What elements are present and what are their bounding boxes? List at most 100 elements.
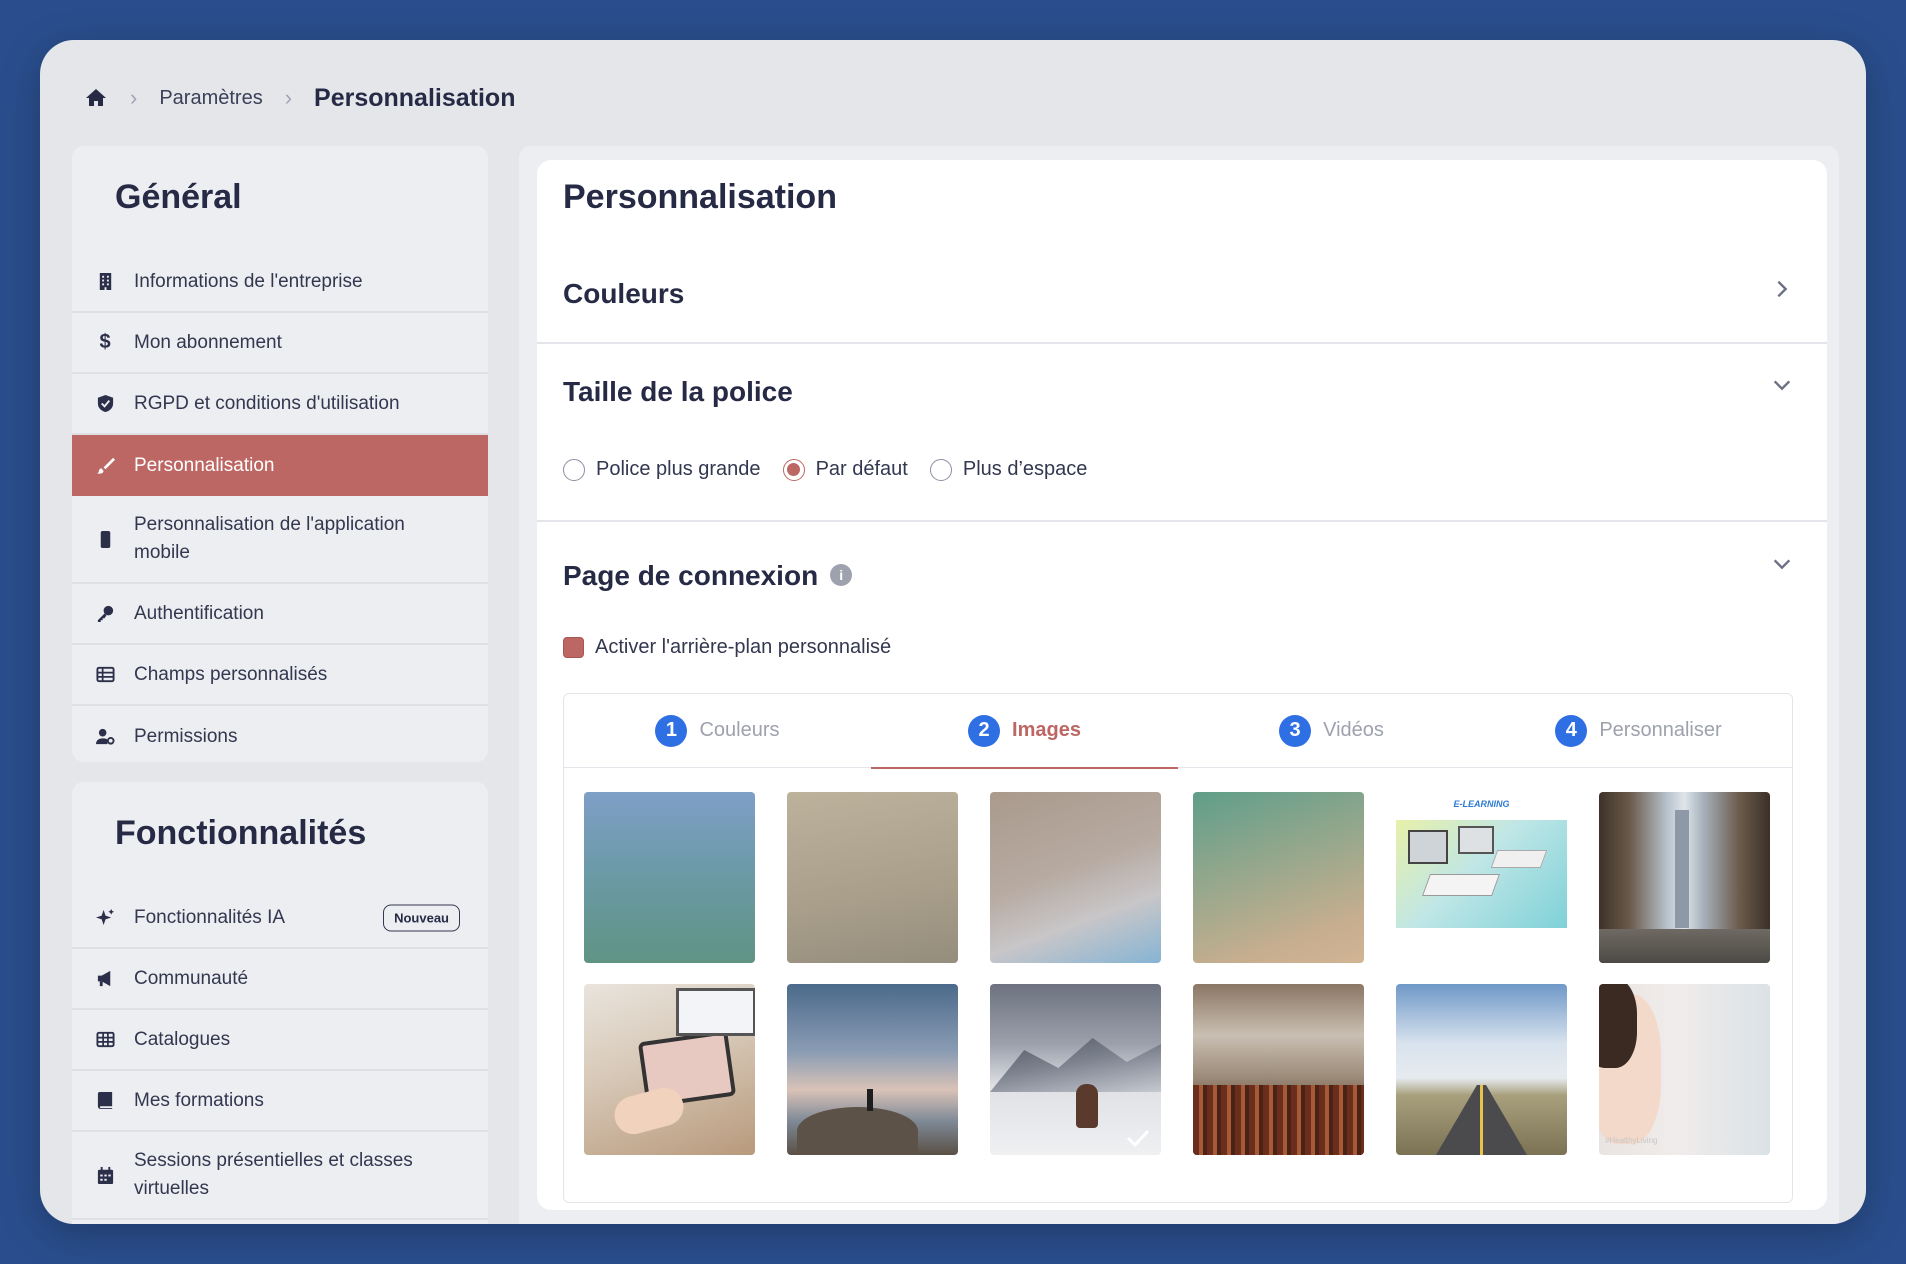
home-icon[interactable] (84, 86, 108, 110)
tab-images[interactable]: 2 Images (871, 694, 1178, 769)
sidebar-item-my-trainings[interactable]: Mes formations (72, 1071, 488, 1132)
monitor (1408, 830, 1448, 864)
image-grid: E-LEARNING #HealthyLiving (584, 792, 1770, 1155)
book-icon (94, 1090, 116, 1112)
shield-icon (94, 393, 116, 415)
sidebar-item-custom-fields[interactable]: Champs personnalisés (72, 645, 488, 706)
background-thumbnail-tablet-hands[interactable] (584, 984, 755, 1155)
chevron-right-icon: › (130, 85, 138, 110)
sidebar-item-permissions[interactable]: Permissions (72, 706, 488, 767)
breadcrumb-current: Personnalisation (314, 83, 516, 112)
sidebar-item-label: Communauté (134, 967, 249, 989)
radio-button[interactable] (563, 458, 585, 481)
megaphone-icon (94, 968, 116, 990)
radio-label: Plus d’espace (962, 458, 1088, 480)
background-thumbnail-mauve-gradient[interactable] (990, 792, 1161, 963)
new-badge: Nouveau (383, 904, 460, 931)
building-icon (94, 271, 116, 293)
breadcrumb-parent[interactable]: Paramètres (159, 87, 262, 110)
chevron-down-icon[interactable] (1771, 374, 1793, 396)
tab-label: Personnaliser (1599, 719, 1722, 741)
background-thumbnail-mountain-woman[interactable] (990, 984, 1161, 1155)
tab-videos[interactable]: 3 Vidéos (1178, 694, 1485, 767)
breadcrumb: › Paramètres › Personnalisation (84, 78, 515, 118)
info-icon[interactable]: i (830, 563, 853, 586)
sidebar-item-label: Personnalisation (134, 454, 275, 476)
road (1599, 929, 1770, 963)
sidebar-item-catalogs[interactable]: Catalogues (72, 1010, 488, 1071)
sidebar-item-mobile-app[interactable]: Personnalisation de l'application mobile (72, 496, 488, 584)
tab-bar: 1 Couleurs 2 Images 3 Vidéos 4 Personnaliser (564, 694, 1792, 769)
mountains (990, 1038, 1161, 1092)
tab-customize[interactable]: 4 Personnaliser (1485, 694, 1792, 767)
background-thumbnail-beige-gradient[interactable] (787, 792, 958, 963)
woman (1076, 1084, 1098, 1128)
radio-button[interactable] (929, 458, 952, 481)
dollar-icon: $ (99, 331, 111, 353)
step-number: 3 (1279, 714, 1312, 747)
sidebar-item-authentication[interactable]: Authentification (72, 584, 488, 645)
hair (1599, 984, 1637, 1068)
divider (537, 342, 1827, 344)
sidebar-item-community[interactable]: Communauté (72, 949, 488, 1010)
radio-label: Par défaut (815, 458, 908, 480)
background-thumbnail-road[interactable] (1396, 984, 1567, 1155)
sidebar-item-personalization[interactable]: Personnalisation (72, 435, 488, 496)
road-line (1480, 1085, 1483, 1155)
general-title: Général (115, 178, 242, 216)
sidebar-item-label: Sessions présentielles et classes virtue… (134, 1150, 413, 1199)
radio-larger-font[interactable]: Police plus grande (563, 458, 761, 481)
check-icon (1126, 1129, 1150, 1148)
shelves (1193, 1085, 1364, 1155)
radio-more-space[interactable]: Plus d’espace (929, 458, 1088, 481)
font-size-options: Police plus grande Par défaut Plus d’esp… (563, 458, 1109, 481)
brush-icon (94, 455, 116, 477)
sidebar-item-label: Informations de l'entreprise (134, 270, 363, 292)
chevron-down-icon[interactable] (1771, 553, 1793, 575)
custom-background-checkbox[interactable]: Activer l'arrière-plan personnalisé (563, 636, 891, 659)
table-icon (94, 664, 116, 686)
background-thumbnail-summit[interactable] (787, 984, 958, 1155)
keyboard (1490, 850, 1548, 868)
background-tabs: 1 Couleurs 2 Images 3 Vidéos 4 Personnaliser… (563, 693, 1793, 1203)
sidebar-item-label: RGPD et conditions d'utilisation (134, 392, 400, 414)
keyboard (1421, 874, 1501, 896)
login-page-title: Page de connexion (563, 560, 819, 591)
sidebar-item-sessions[interactable]: Sessions présentielles et classes virtue… (72, 1132, 488, 1220)
background-thumbnail-city-street[interactable] (1599, 792, 1770, 963)
step-number: 1 (655, 714, 688, 747)
calendar-icon (94, 1164, 116, 1186)
background-thumbnail-library[interactable] (1193, 984, 1364, 1155)
person (867, 1089, 873, 1111)
radio-default[interactable]: Par défaut (782, 458, 908, 481)
sidebar-item-label: Mes formations (134, 1089, 264, 1111)
sidebar-item-subscription[interactable]: $ Mon abonnement (72, 313, 488, 374)
divider (537, 520, 1827, 522)
personalization-panel: Personnalisation Couleurs Taille de la p… (537, 160, 1827, 1210)
tab-colors[interactable]: 1 Couleurs (564, 694, 871, 767)
sidebar-item-ai-features[interactable]: Fonctionnalités IA Nouveau (72, 888, 488, 949)
sidebar-item-gdpr[interactable]: RGPD et conditions d'utilisation (72, 374, 488, 435)
background-thumbnail-elearning[interactable]: E-LEARNING (1396, 792, 1567, 963)
checkbox[interactable] (563, 637, 584, 658)
font-size-section-header[interactable]: Taille de la police (563, 376, 793, 408)
sidebar-item-label: Mon abonnement (134, 331, 282, 353)
sidebar-item-company-info[interactable]: Informations de l'entreprise (72, 252, 488, 313)
background-thumbnail-blue-gradient[interactable] (584, 792, 755, 963)
sidebar-item-label: Catalogues (134, 1028, 231, 1050)
sidebar-item-label: Personnalisation de l'application mobile (134, 514, 405, 563)
user-gear-icon (94, 726, 116, 748)
colors-section-header[interactable]: Couleurs (563, 278, 684, 310)
background-thumbnail-teal-sand-gradient[interactable] (1193, 792, 1364, 963)
tab-label: Vidéos (1323, 719, 1384, 741)
sidebar-item-label: Champs personnalisés (134, 663, 328, 685)
login-page-section-header[interactable]: Page de connexion i (563, 560, 853, 592)
elearning-thumb-text: E-LEARNING (1453, 799, 1510, 809)
step-number: 4 (1555, 714, 1588, 747)
tab-label: Images (1012, 719, 1081, 741)
background-thumbnail-woman-profile[interactable]: #HealthyLiving (1599, 984, 1770, 1155)
radio-button[interactable] (782, 458, 805, 481)
features-card: Fonctionnalités Fonctionnalités IA Nouve… (72, 782, 488, 1224)
chevron-right-icon[interactable] (1771, 278, 1793, 300)
laptop-screen (676, 988, 755, 1036)
